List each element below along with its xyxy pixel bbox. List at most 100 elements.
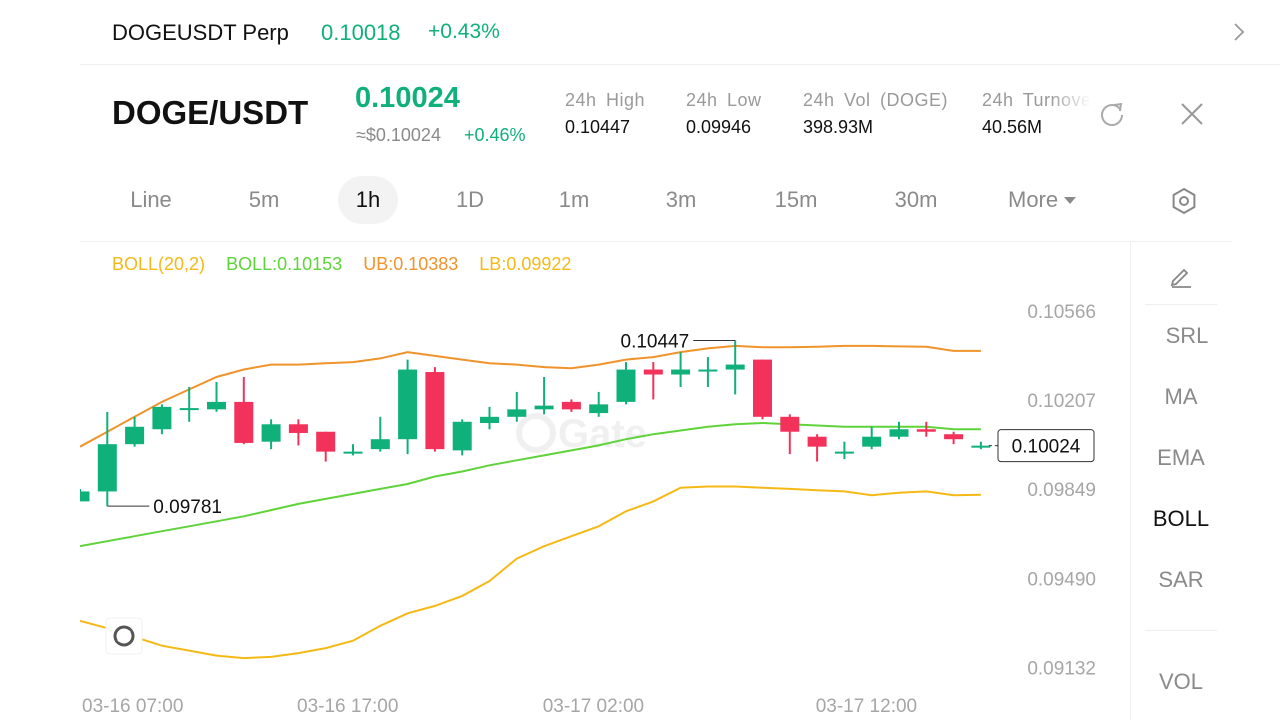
stat-value: 0.09946: [686, 117, 752, 137]
candle-body: [452, 421, 472, 451]
candle: [671, 352, 691, 387]
candle-body: [179, 408, 199, 411]
candle: [152, 404, 172, 435]
candle-body: [589, 404, 609, 414]
candle: [343, 444, 363, 456]
refresh-icon[interactable]: [1098, 100, 1126, 128]
tab-3m[interactable]: 3m: [648, 176, 714, 224]
y-tick-label: 0.09490: [1027, 570, 1096, 591]
candle-body: [207, 401, 226, 410]
indicator-ma[interactable]: MA: [1131, 384, 1231, 410]
candle-body: [834, 451, 854, 454]
caret-down-icon: [1064, 197, 1077, 204]
usd-price: ≈$0.10024: [356, 125, 441, 145]
candle-body: [944, 434, 964, 440]
candle-body: [725, 364, 745, 370]
legend-boll-upper: UB:0.10383: [363, 254, 459, 274]
legend-boll-name: BOLL(20,2): [112, 254, 206, 274]
tab-5m[interactable]: 5m: [230, 176, 298, 224]
low-marker-label: 0.09781: [153, 497, 222, 518]
stat-value: 0.10447: [565, 117, 631, 137]
stat-label: 24h Low: [686, 90, 762, 110]
indicator-srl[interactable]: SRL: [1137, 323, 1237, 349]
contract-change: +0.43%: [428, 20, 500, 43]
current-price-label: 0.10024: [1012, 437, 1081, 458]
candle-body: [80, 491, 90, 502]
usd-change: +0.46%: [464, 125, 526, 145]
candle-body: [316, 431, 336, 452]
tab-1d[interactable]: 1D: [438, 176, 502, 224]
candle: [725, 340, 745, 395]
candle: [261, 419, 281, 450]
candle-body: [698, 369, 718, 372]
candle: [561, 399, 581, 412]
candle-body: [616, 369, 636, 402]
candle: [589, 391, 609, 417]
gate-logo-icon[interactable]: [105, 617, 143, 655]
tab-1m[interactable]: 1m: [542, 176, 606, 224]
close-icon[interactable]: [1178, 100, 1206, 128]
stat-24h-low: 24h Low 0.09946: [686, 90, 762, 138]
candle-body: [152, 406, 172, 430]
candle-body: [288, 424, 308, 433]
panel-divider: [1145, 630, 1217, 631]
panel-divider: [1145, 304, 1217, 305]
interval-tabs: Line 5m 1h 1D 1m 3m 15m 30m More: [80, 176, 1230, 226]
settings-hex-icon[interactable]: [1169, 186, 1199, 216]
candle: [889, 421, 909, 440]
candle: [425, 367, 445, 452]
y-tick-label: 0.10566: [1027, 302, 1096, 323]
contract-symbol: DOGEUSDT Perp: [112, 20, 289, 45]
candle-body: [753, 359, 772, 417]
y-tick-label: 0.10207: [1027, 391, 1096, 412]
candle: [834, 441, 854, 460]
candle: [370, 416, 390, 452]
tab-15m[interactable]: 15m: [756, 176, 836, 224]
candle: [97, 411, 117, 507]
tab-30m[interactable]: 30m: [876, 176, 956, 224]
tab-more[interactable]: More: [1008, 176, 1098, 224]
pencil-icon[interactable]: [1166, 260, 1196, 290]
x-tick-label: 03-17 02:00: [543, 696, 644, 717]
legend-boll-lower: LB:0.09922: [479, 254, 572, 274]
header-divider: [80, 64, 1280, 65]
candle: [643, 362, 663, 400]
pair-title: DOGE/USDT: [112, 94, 309, 131]
chevron-right-icon[interactable]: [1226, 20, 1250, 44]
candle: [398, 359, 418, 455]
candle-body: [398, 369, 418, 440]
candle: [780, 414, 800, 455]
indicator-sar[interactable]: SAR: [1131, 567, 1231, 593]
tab-1h[interactable]: 1h: [338, 176, 398, 224]
x-tick-label: 03-16 17:00: [297, 696, 398, 717]
candle-body: [643, 369, 663, 375]
tab-line[interactable]: Line: [108, 176, 194, 224]
candlestick-chart[interactable]: Gate 0.10447 0.09781 0.10566 0.10207 0.0984…: [80, 242, 1130, 720]
candle: [944, 431, 964, 445]
candle-body: [889, 429, 909, 437]
chart-area[interactable]: Gate 0.10447 0.09781 0.10566 0.10207 0.0984…: [80, 241, 1130, 720]
candle-body: [561, 401, 581, 410]
candle: [698, 357, 718, 387]
candle: [207, 381, 226, 412]
indicator-boll[interactable]: BOLL: [1131, 506, 1231, 532]
contract-price: 0.10018: [321, 20, 401, 45]
candle: [916, 421, 936, 437]
y-tick-label: 0.09849: [1027, 480, 1096, 501]
candle: [534, 377, 554, 415]
candle: [288, 419, 308, 446]
stat-24h-vol: 24h Vol (DOGE) 398.93M: [803, 90, 948, 138]
candle: [234, 377, 254, 445]
candle-body: [780, 416, 800, 432]
x-tick-label: 03-17 12:00: [816, 696, 917, 717]
candle: [480, 406, 499, 430]
indicator-ema[interactable]: EMA: [1131, 445, 1231, 471]
boll-legend: BOLL(20,2) BOLL:0.10153 UB:0.10383 LB:0.…: [112, 254, 587, 275]
indicator-vol[interactable]: VOL: [1131, 669, 1231, 695]
candle-body: [862, 436, 882, 447]
candle-body: [480, 416, 499, 424]
contract-bar[interactable]: DOGEUSDT Perp 0.10018 +0.43%: [0, 0, 1280, 66]
stats-row: 24h High 0.10447 24h Low 0.09946 24h Vol…: [565, 90, 1091, 142]
candle-body: [425, 372, 445, 450]
candle-body: [507, 409, 527, 417]
